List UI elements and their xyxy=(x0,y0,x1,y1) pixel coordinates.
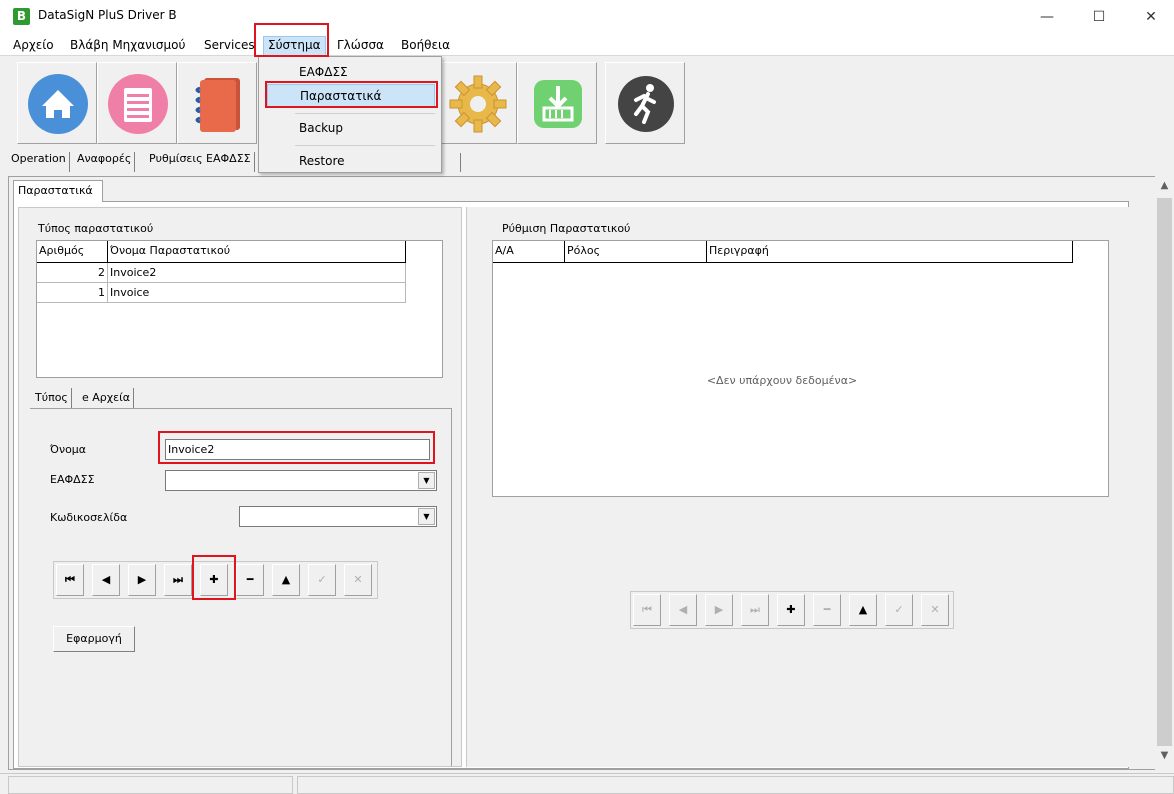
empty-grid-message: <Δεν υπάρχουν δεδομένα> xyxy=(706,374,858,387)
status-pane-right xyxy=(297,776,1174,794)
settings-button[interactable] xyxy=(437,62,517,144)
notebook-icon xyxy=(195,78,240,132)
tab-eafdss-settings[interactable]: Ρυθμίσεις ΕΑΦΔΣΣ xyxy=(146,152,255,172)
sub-tab-e-files[interactable]: e Αρχεία xyxy=(79,388,135,408)
chevron-down-icon[interactable]: ▼ xyxy=(418,508,435,525)
cancel-record-button[interactable]: ✕ xyxy=(921,594,949,626)
scroll-thumb[interactable] xyxy=(1157,198,1172,746)
last-record-button[interactable]: ⏭ xyxy=(741,594,769,626)
settings-icon xyxy=(449,75,507,133)
post-record-button[interactable]: ✓ xyxy=(308,564,336,596)
last-record-button[interactable]: ⏭ xyxy=(164,564,192,596)
download-icon xyxy=(534,80,582,128)
name-input[interactable]: Invoice2 xyxy=(165,439,430,460)
home-icon xyxy=(28,74,88,134)
column-header-description[interactable]: Περιγραφή xyxy=(707,241,1073,263)
next-record-button[interactable]: ▶ xyxy=(128,564,156,596)
post-record-button[interactable]: ✓ xyxy=(885,594,913,626)
chevron-down-icon[interactable]: ▼ xyxy=(418,472,435,489)
tab-operation[interactable]: Operation xyxy=(8,152,70,172)
exit-button[interactable] xyxy=(605,62,685,144)
sub-tab-type[interactable]: Τύπος xyxy=(32,388,72,408)
tab-divider xyxy=(460,153,461,172)
prior-record-button[interactable]: ◀ xyxy=(92,564,120,596)
table-row-cell-number[interactable]: 2 xyxy=(37,263,108,283)
table-row-cell-number[interactable]: 1 xyxy=(37,283,108,303)
window-title: DataSigN PluS Driver B xyxy=(38,8,177,22)
type-section-label: Τύπος παραστατικού xyxy=(38,222,154,235)
close-button[interactable]: ✕ xyxy=(1128,0,1174,34)
column-header-role[interactable]: Ρόλος xyxy=(565,241,707,263)
menu-services[interactable]: Services xyxy=(204,38,255,52)
column-header-number[interactable]: Αριθμός xyxy=(37,241,108,263)
app-logo-icon: B xyxy=(13,8,30,25)
status-pane-left xyxy=(8,776,293,794)
menu-file[interactable]: Αρχείο xyxy=(13,38,54,52)
column-header-index[interactable]: Α/Α xyxy=(493,241,565,263)
scroll-down-icon[interactable]: ▼ xyxy=(1155,750,1174,766)
menu-separator xyxy=(295,145,435,146)
apply-button[interactable]: Εφαρμογή xyxy=(53,626,135,652)
codepage-label: Κωδικοσελίδα xyxy=(50,511,128,524)
type-grid: Αριθμός Όνομα Παραστατικού 2 Invoice2 1 … xyxy=(36,240,443,378)
codepage-select[interactable]: ▼ xyxy=(239,506,437,527)
menu-fault[interactable]: Βλάβη Μηχανισμού xyxy=(70,38,185,52)
insert-record-button[interactable]: ✚ xyxy=(200,564,228,596)
edit-record-button[interactable]: ▲ xyxy=(272,564,300,596)
home-button[interactable] xyxy=(17,62,97,144)
minimize-button[interactable]: — xyxy=(1024,0,1070,34)
eafdss-label: ΕΑΦΔΣΣ xyxy=(50,473,95,486)
menu-separator xyxy=(295,113,435,114)
maximize-button[interactable]: ☐ xyxy=(1076,0,1122,34)
notepad-icon xyxy=(108,74,168,134)
system-dropdown-menu: ΕΑΦΔΣΣ Παραστατικά Backup Restore xyxy=(258,56,442,173)
table-row-cell-name[interactable]: Invoice2 xyxy=(108,263,406,283)
next-record-button[interactable]: ▶ xyxy=(705,594,733,626)
insert-record-button[interactable]: ✚ xyxy=(777,594,805,626)
config-section-label: Ρύθμιση Παραστατικού xyxy=(502,222,631,235)
notepad-button[interactable] xyxy=(97,62,177,144)
edit-record-button[interactable]: ▲ xyxy=(849,594,877,626)
notebook-button[interactable] xyxy=(177,62,257,144)
menu-item-receipts[interactable]: Παραστατικά xyxy=(267,84,435,108)
table-row-cell-name[interactable]: Invoice xyxy=(108,283,406,303)
scroll-up-icon[interactable]: ▲ xyxy=(1155,180,1174,196)
delete-record-button[interactable]: ━ xyxy=(813,594,841,626)
menu-system[interactable]: Σύστημα xyxy=(268,38,321,52)
delete-record-button[interactable]: ━ xyxy=(236,564,264,596)
tab-reports[interactable]: Αναφορές xyxy=(74,152,136,172)
download-button[interactable] xyxy=(517,62,597,144)
first-record-button[interactable]: ⏮ xyxy=(56,564,84,596)
first-record-button[interactable]: ⏮ xyxy=(633,594,661,626)
eafdss-select[interactable]: ▼ xyxy=(165,470,437,491)
cancel-record-button[interactable]: ✕ xyxy=(344,564,372,596)
menu-item-eafdss[interactable]: ΕΑΦΔΣΣ xyxy=(267,61,435,85)
prior-record-button[interactable]: ◀ xyxy=(669,594,697,626)
config-grid: Α/Α Ρόλος Περιγραφή xyxy=(492,240,1109,497)
menu-language[interactable]: Γλώσσα xyxy=(337,38,384,52)
name-label: Όνομα xyxy=(50,443,87,456)
menu-help[interactable]: Βοήθεια xyxy=(401,38,450,52)
tab-receipts[interactable]: Παραστατικά xyxy=(13,180,103,202)
menu-item-backup[interactable]: Backup xyxy=(267,117,435,141)
column-header-name[interactable]: Όνομα Παραστατικού xyxy=(108,241,406,263)
running-man-icon xyxy=(618,76,674,132)
menu-item-restore[interactable]: Restore xyxy=(267,150,435,174)
